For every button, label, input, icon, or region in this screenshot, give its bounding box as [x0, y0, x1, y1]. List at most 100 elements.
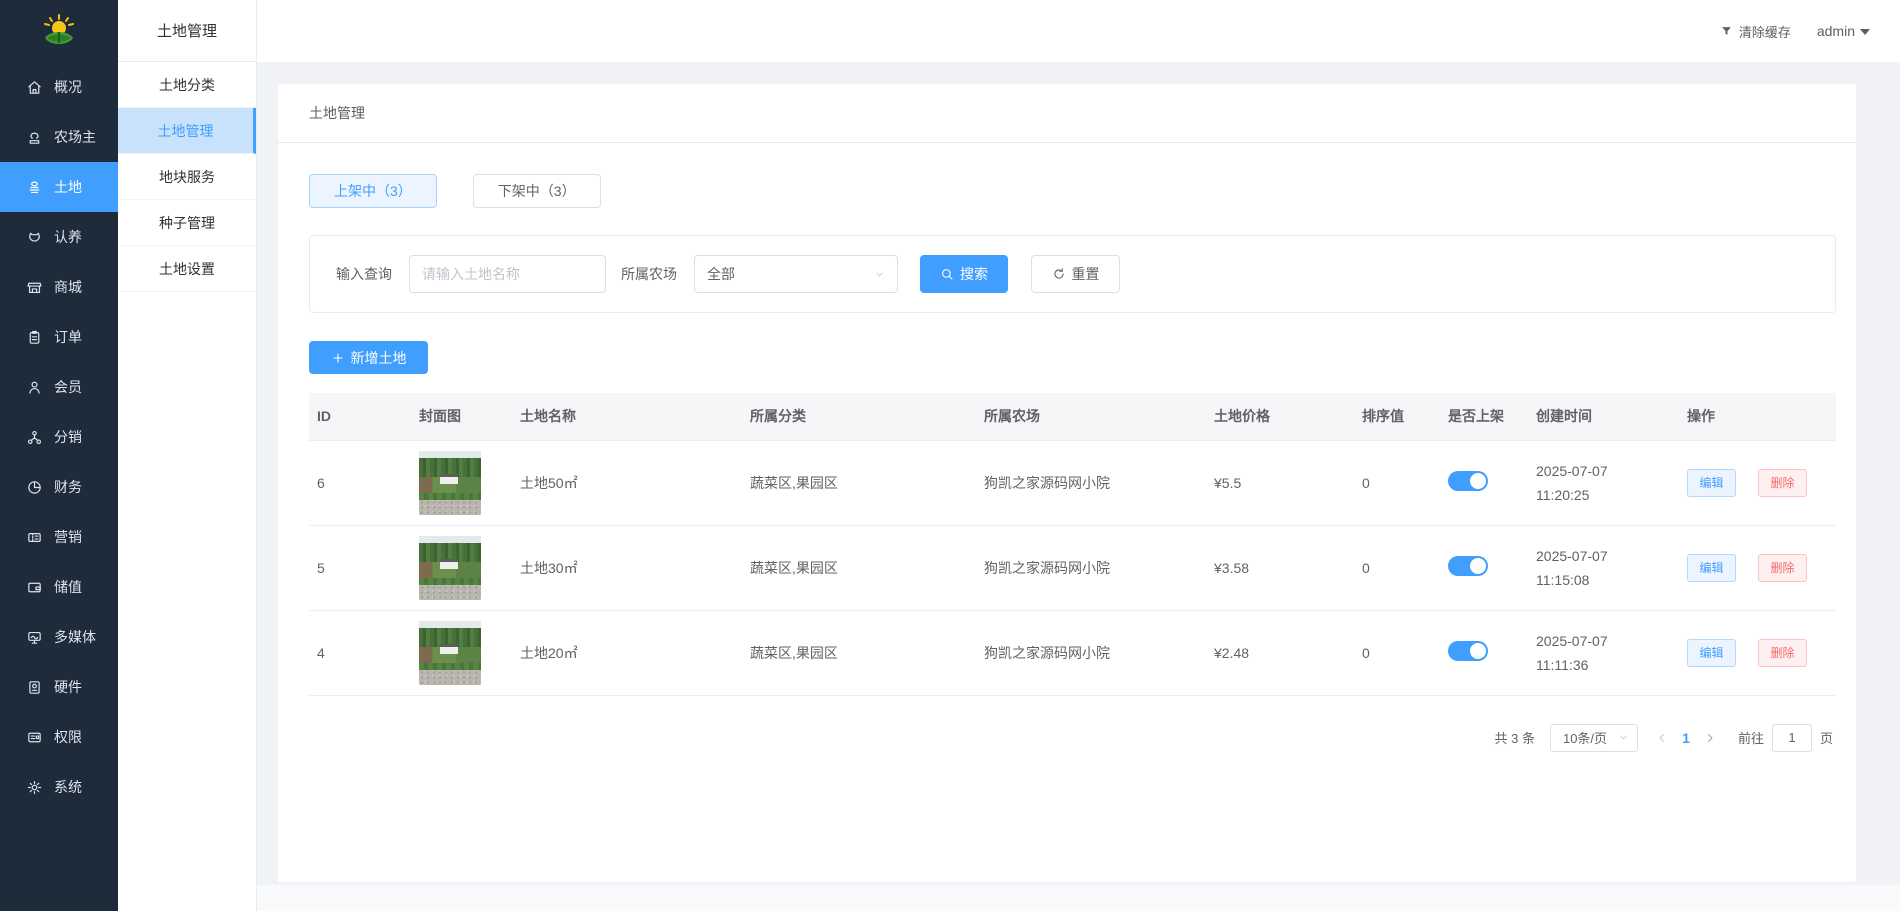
tab-on-shelf[interactable]: 上架中（3）	[309, 174, 437, 208]
col-sort: 排序值	[1354, 393, 1440, 440]
farm-select-value: 全部	[707, 264, 735, 284]
farmer-icon	[26, 129, 43, 146]
on-shelf-toggle[interactable]	[1448, 556, 1488, 576]
main-sidebar: 概况 农场主 土地 认养 商城 订单 会员 分销 财务 营销 储值 多	[0, 0, 118, 911]
chevron-right-icon	[1704, 732, 1716, 744]
delete-button[interactable]: 删除	[1758, 469, 1807, 497]
sidebar-item-adopt[interactable]: 认养	[0, 212, 118, 262]
tab-off-shelf[interactable]: 下架中（3）	[473, 174, 601, 208]
cell-price: ¥3.58	[1206, 525, 1354, 610]
delete-button[interactable]: 删除	[1758, 554, 1807, 582]
sidebar-item-distribution[interactable]: 分销	[0, 412, 118, 462]
page-size-select[interactable]: 10条/页	[1550, 724, 1638, 752]
chevron-left-icon	[1656, 732, 1668, 744]
on-shelf-toggle[interactable]	[1448, 471, 1488, 491]
cell-sort: 0	[1354, 440, 1440, 525]
col-on-shelf: 是否上架	[1440, 393, 1528, 440]
land-manage-card: 土地管理 上架中（3） 下架中（3） 输入查询 所属农场 全部 搜索 重置 新增…	[278, 84, 1856, 882]
submenu-item-land-settings[interactable]: 土地设置	[118, 246, 256, 292]
sidebar-item-hardware[interactable]: 硬件	[0, 662, 118, 712]
home-icon	[26, 79, 43, 96]
cell-id: 4	[309, 610, 411, 695]
submenu-item-land-manage[interactable]: 土地管理	[118, 108, 256, 154]
funnel-icon	[1720, 25, 1733, 38]
sidebar-item-order[interactable]: 订单	[0, 312, 118, 362]
cell-name: 土地30㎡	[512, 525, 742, 610]
delete-button[interactable]: 删除	[1758, 639, 1807, 667]
cell-name: 土地20㎡	[512, 610, 742, 695]
total-count: 共 3 条	[1495, 728, 1535, 747]
land-name-input[interactable]	[409, 255, 606, 293]
created-date: 2025-07-07	[1536, 544, 1679, 568]
created-time: 11:11:36	[1536, 653, 1679, 677]
on-shelf-toggle[interactable]	[1448, 641, 1488, 661]
edit-button[interactable]: 编辑	[1687, 469, 1736, 497]
clear-cache-button[interactable]: 清除缓存	[1720, 22, 1791, 41]
land-submenu: 土地管理 土地分类 土地管理 地块服务 种子管理 土地设置	[118, 0, 257, 911]
sidebar-item-label: 系统	[54, 777, 82, 797]
search-button[interactable]: 搜索	[920, 255, 1008, 293]
search-icon	[940, 267, 954, 281]
created-date: 2025-07-07	[1536, 459, 1679, 483]
sidebar-item-permission[interactable]: 权限	[0, 712, 118, 762]
next-page-button[interactable]	[1700, 732, 1720, 744]
reset-button[interactable]: 重置	[1031, 255, 1120, 293]
sidebar-item-label: 硬件	[54, 677, 82, 697]
sidebar-item-label: 权限	[54, 727, 82, 747]
user-menu[interactable]: admin	[1817, 23, 1870, 39]
sidebar-item-marketing[interactable]: 营销	[0, 512, 118, 562]
sidebar-item-label: 土地	[54, 177, 82, 197]
cell-price: ¥5.5	[1206, 440, 1354, 525]
prev-page-button[interactable]	[1652, 732, 1672, 744]
wallet-icon	[26, 579, 43, 596]
footer-strip	[257, 885, 1900, 911]
col-id: ID	[309, 393, 411, 440]
monitor-icon	[26, 629, 43, 646]
edit-button[interactable]: 编辑	[1687, 554, 1736, 582]
sidebar-item-farmer[interactable]: 农场主	[0, 112, 118, 162]
plus-icon	[331, 351, 345, 365]
farm-label: 所属农场	[621, 264, 677, 284]
goto-label: 前往	[1738, 728, 1764, 747]
table-row: 4 土地20㎡ 蔬菜区,果园区 狗凯之家源码网小院 ¥2.48 0 2025-0…	[309, 610, 1836, 695]
sidebar-item-finance[interactable]: 财务	[0, 462, 118, 512]
pagination: 共 3 条 10条/页 1 前往 页	[278, 724, 1833, 752]
created-time: 11:15:08	[1536, 568, 1679, 592]
sidebar-item-multimedia[interactable]: 多媒体	[0, 612, 118, 662]
goto-page-input[interactable]	[1772, 724, 1812, 752]
submenu-item-plot-service[interactable]: 地块服务	[118, 154, 256, 200]
created-time: 11:20:25	[1536, 483, 1679, 507]
cell-farm: 狗凯之家源码网小院	[976, 440, 1206, 525]
refresh-icon	[1052, 267, 1066, 281]
cell-farm: 狗凯之家源码网小院	[976, 610, 1206, 695]
sidebar-item-member[interactable]: 会员	[0, 362, 118, 412]
current-page[interactable]: 1	[1672, 730, 1700, 746]
sidebar-item-label: 营销	[54, 527, 82, 547]
sidebar-item-stored-value[interactable]: 储值	[0, 562, 118, 612]
cell-sort: 0	[1354, 525, 1440, 610]
id-card-icon	[26, 729, 43, 746]
col-category: 所属分类	[742, 393, 976, 440]
clipboard-icon	[26, 329, 43, 346]
sidebar-item-land[interactable]: 土地	[0, 162, 118, 212]
add-land-button[interactable]: 新增土地	[309, 341, 428, 374]
sidebar-item-mall[interactable]: 商城	[0, 262, 118, 312]
cell-category: 蔬菜区,果园区	[742, 440, 976, 525]
edit-button[interactable]: 编辑	[1687, 639, 1736, 667]
cell-id: 5	[309, 525, 411, 610]
farm-select[interactable]: 全部	[694, 255, 898, 293]
breadcrumb: 土地管理	[278, 84, 1856, 143]
submenu-item-land-category[interactable]: 土地分类	[118, 62, 256, 108]
farm-logo-icon	[39, 11, 79, 51]
sidebar-item-label: 商城	[54, 277, 82, 297]
chevron-down-icon	[874, 269, 885, 280]
sidebar-item-system[interactable]: 系统	[0, 762, 118, 812]
sidebar-item-overview[interactable]: 概况	[0, 62, 118, 112]
land-icon	[26, 179, 43, 196]
gear-icon	[26, 779, 43, 796]
user-icon	[26, 379, 43, 396]
clear-cache-label: 清除缓存	[1739, 22, 1791, 41]
submenu-item-seed-manage[interactable]: 种子管理	[118, 200, 256, 246]
land-cover-image	[419, 621, 481, 685]
pie-chart-icon	[26, 479, 43, 496]
